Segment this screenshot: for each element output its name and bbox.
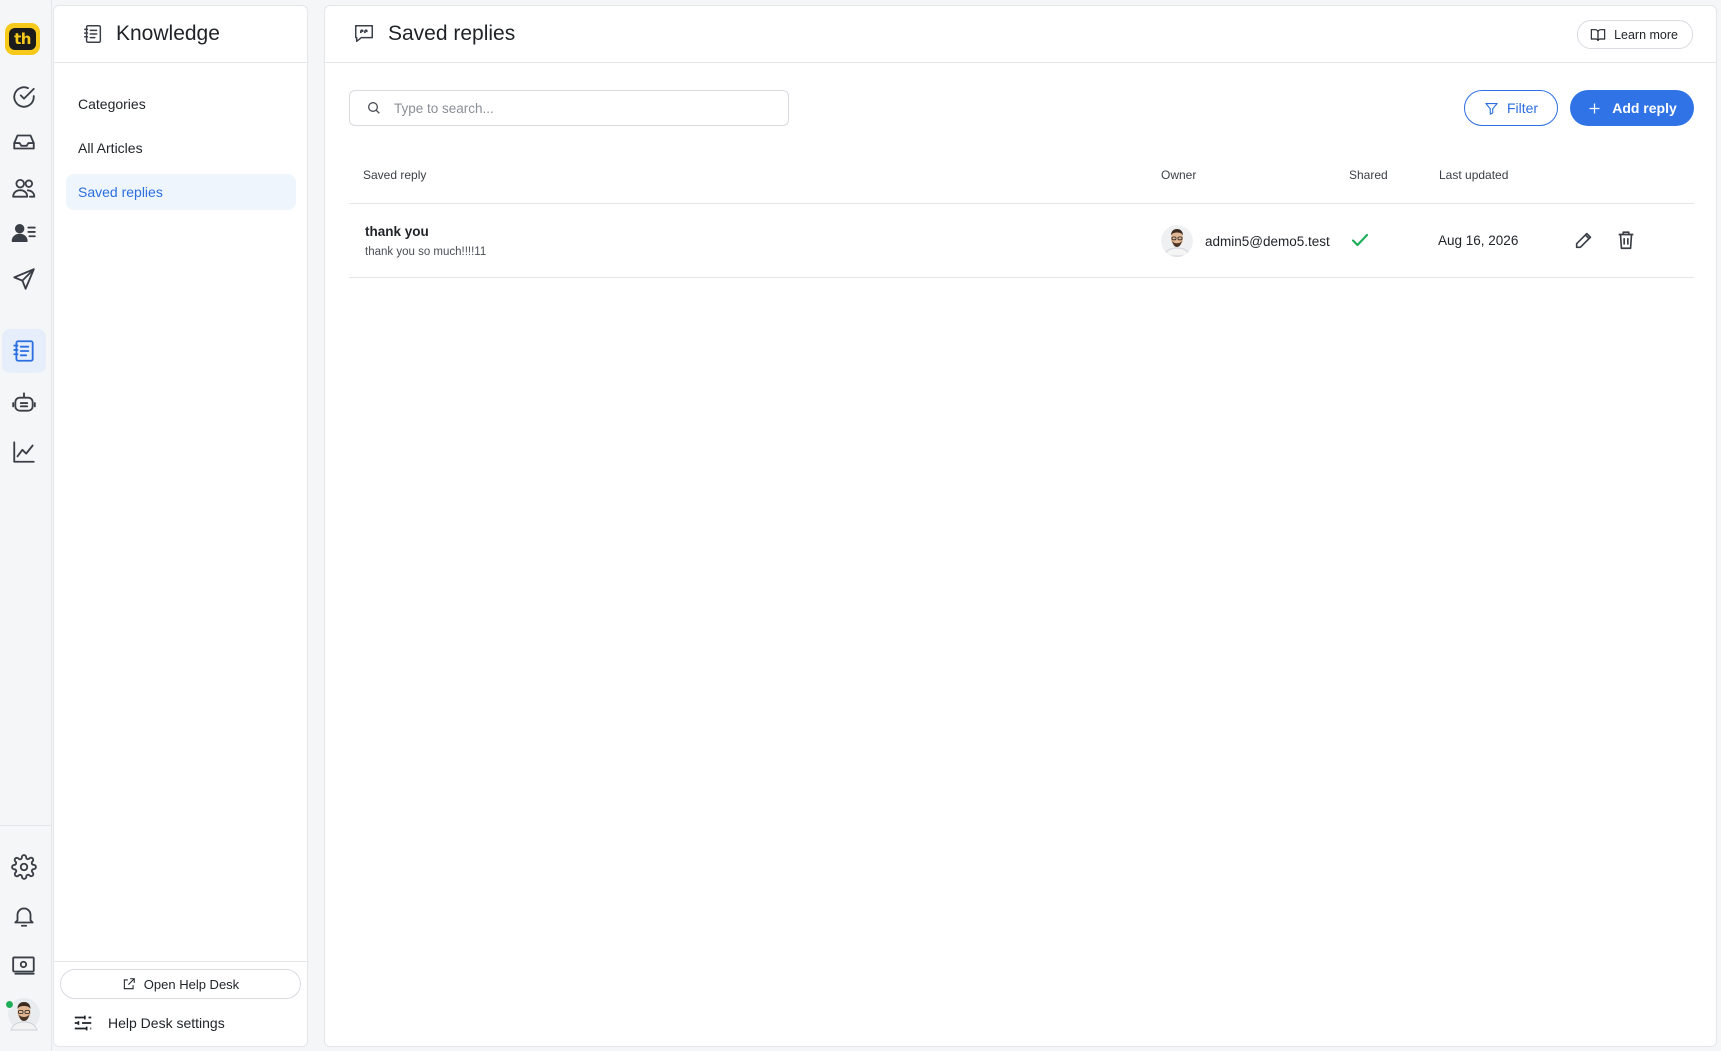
filter-icon xyxy=(1485,102,1498,115)
billing-icon xyxy=(12,956,35,975)
knowledge-panel: Knowledge Categories All Articles Saved … xyxy=(53,5,308,1047)
rail-contacts[interactable] xyxy=(2,166,46,210)
pencil-icon xyxy=(1575,232,1592,249)
reply-title: thank you xyxy=(365,224,429,239)
gear-icon xyxy=(11,854,37,880)
knowledge-icon xyxy=(13,340,34,362)
learn-more-label: Learn more xyxy=(1614,27,1678,42)
open-help-desk-label: Open Help Desk xyxy=(143,976,240,992)
rail-bots[interactable] xyxy=(2,380,46,424)
add-reply-button[interactable]: Add reply xyxy=(1570,90,1694,126)
rail-knowledge[interactable] xyxy=(2,329,46,373)
last-updated: Aug 16, 2026 xyxy=(1438,233,1519,248)
column-owner[interactable]: Owner xyxy=(1161,168,1196,182)
trash-icon xyxy=(1618,231,1634,250)
app-logo[interactable]: th xyxy=(5,23,40,55)
users-icon xyxy=(12,178,36,198)
help-desk-settings-link[interactable]: Help Desk settings xyxy=(72,1010,225,1036)
send-icon xyxy=(13,268,35,290)
open-help-desk-button[interactable]: Open Help Desk xyxy=(60,969,301,999)
learn-more-button[interactable]: Learn more xyxy=(1577,20,1693,49)
main-header: Saved replies Learn more xyxy=(325,6,1716,63)
chart-icon xyxy=(13,441,35,463)
rail-tasks[interactable] xyxy=(2,75,46,119)
logo-text: th xyxy=(9,28,36,50)
nav-saved-replies[interactable]: Saved replies xyxy=(66,174,296,210)
rail-divider xyxy=(0,825,52,826)
owner-avatar xyxy=(1161,225,1193,257)
saved-replies-panel: Saved replies Learn more Filter Add repl… xyxy=(324,5,1717,1047)
knowledge-nav: Categories All Articles Saved replies xyxy=(66,86,296,218)
check-circle-icon xyxy=(13,86,35,108)
page-title: Saved replies xyxy=(388,22,516,45)
user-list-icon xyxy=(11,223,36,243)
shared-cell xyxy=(1350,231,1370,254)
plus-icon xyxy=(1589,103,1600,113)
external-link-icon xyxy=(123,978,135,990)
bot-icon xyxy=(12,392,36,412)
table-row[interactable]: thank you thank you so much!!!!11 admin5… xyxy=(349,204,1694,278)
nav-all-articles[interactable]: All Articles xyxy=(66,130,296,166)
knowledge-icon xyxy=(84,25,102,43)
knowledge-footer: Open Help Desk Help Desk settings xyxy=(54,961,307,1046)
edit-reply-button[interactable] xyxy=(1573,229,1597,253)
icon-rail: th xyxy=(0,0,52,1051)
rail-billing[interactable] xyxy=(2,943,46,987)
book-icon xyxy=(1590,28,1606,41)
column-saved-reply[interactable]: Saved reply xyxy=(363,168,426,182)
rail-customers[interactable] xyxy=(2,211,46,255)
search-icon xyxy=(368,102,380,114)
rail-reports[interactable] xyxy=(2,430,46,474)
column-last-updated[interactable]: Last updated xyxy=(1439,168,1508,182)
owner-cell: admin5@demo5.test xyxy=(1161,225,1330,257)
app: th Knowledge Categories All Articles Sav… xyxy=(0,0,1721,1051)
filter-label: Filter xyxy=(1506,100,1539,116)
nav-categories[interactable]: Categories xyxy=(66,86,296,122)
owner-email: admin5@demo5.test xyxy=(1205,233,1330,249)
add-reply-label: Add reply xyxy=(1612,100,1677,116)
bell-icon xyxy=(14,907,34,927)
inbox-icon xyxy=(13,134,35,150)
help-desk-settings-label: Help Desk settings xyxy=(108,1015,225,1031)
delete-reply-button[interactable] xyxy=(1615,229,1639,253)
knowledge-title: Knowledge xyxy=(116,22,220,45)
online-status-dot xyxy=(5,1000,14,1009)
search-box xyxy=(349,90,789,126)
rail-settings[interactable] xyxy=(2,845,46,889)
search-input[interactable] xyxy=(394,100,774,116)
quote-bubble-icon xyxy=(353,23,375,45)
check-icon xyxy=(1351,233,1369,247)
column-shared[interactable]: Shared xyxy=(1349,168,1388,182)
rail-notifications[interactable] xyxy=(2,894,46,938)
table-header: Saved reply Owner Shared Last updated xyxy=(349,157,1694,204)
sliders-icon xyxy=(74,1015,92,1031)
saved-replies-table: Saved reply Owner Shared Last updated th… xyxy=(349,157,1694,278)
rail-inbox[interactable] xyxy=(2,120,46,164)
filter-button[interactable]: Filter xyxy=(1464,90,1558,126)
rail-campaigns[interactable] xyxy=(2,257,46,301)
reply-preview: thank you so much!!!!11 xyxy=(365,246,487,258)
knowledge-header: Knowledge xyxy=(54,6,307,63)
